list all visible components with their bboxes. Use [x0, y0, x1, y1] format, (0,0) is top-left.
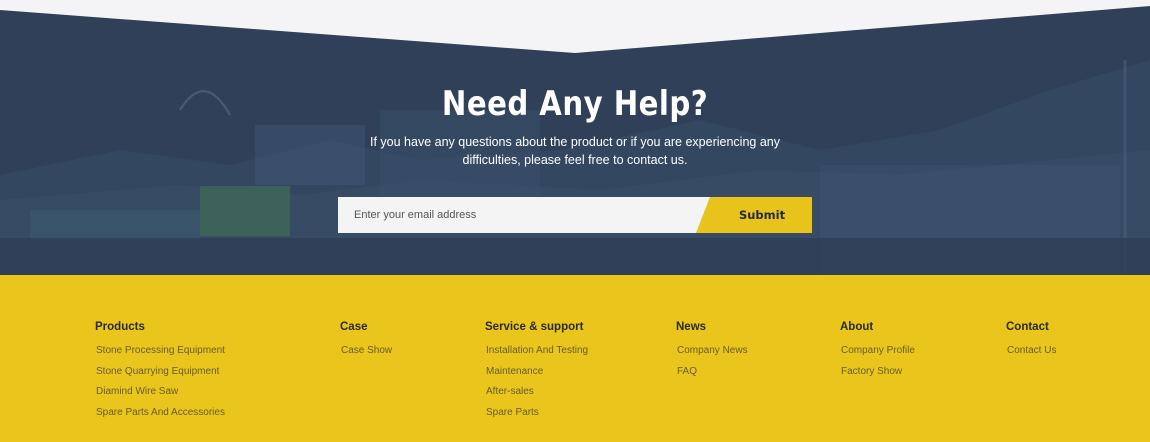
email-field[interactable]: [338, 197, 718, 233]
submit-button[interactable]: Submit: [696, 197, 812, 233]
footer-heading: News: [676, 321, 707, 333]
footer-link[interactable]: Company News: [677, 344, 748, 365]
footer-link[interactable]: Spare Parts: [486, 406, 588, 427]
footer-heading: Products: [95, 321, 145, 333]
email-subscribe-form: Submit: [338, 197, 812, 233]
footer-heading: Service & support: [485, 321, 584, 333]
footer-heading: About: [840, 321, 874, 333]
footer-link[interactable]: FAQ: [677, 365, 748, 386]
footer-link[interactable]: Case Show: [341, 344, 392, 365]
footer-link[interactable]: Diamind Wire Saw: [96, 385, 225, 406]
footer-link[interactable]: Maintenance: [486, 365, 588, 386]
footer-link[interactable]: After-sales: [486, 385, 588, 406]
footer-link[interactable]: Stone Quarrying Equipment: [96, 365, 225, 386]
footer-column-case: Case Case Show: [340, 321, 392, 365]
footer-link[interactable]: Factory Show: [841, 365, 915, 386]
page-title: Need Any Help?: [441, 84, 709, 124]
footer-link[interactable]: Installation And Testing: [486, 344, 588, 365]
site-footer: Products Stone Processing Equipment Ston…: [0, 275, 1150, 442]
footer-column-contact: Contact Contact Us: [1006, 321, 1056, 365]
footer-link[interactable]: Spare Parts And Accessories: [96, 406, 225, 427]
top-chevron-divider: [0, 0, 1150, 53]
footer-column-products: Products Stone Processing Equipment Ston…: [95, 321, 225, 426]
footer-link[interactable]: Stone Processing Equipment: [96, 344, 225, 365]
footer-link[interactable]: Company Profile: [841, 344, 915, 365]
help-section: Need Any Help? If you have any questions…: [0, 0, 1150, 275]
footer-link[interactable]: Contact Us: [1007, 344, 1056, 365]
footer-heading: Contact: [1006, 321, 1049, 333]
footer-column-about: About Company Profile Factory Show: [840, 321, 915, 385]
footer-heading: Case: [340, 321, 368, 333]
footer-column-service-support: Service & support Installation And Testi…: [485, 321, 588, 426]
help-description: If you have any questions about the prod…: [370, 135, 780, 167]
footer-column-news: News Company News FAQ: [676, 321, 748, 385]
submit-label: Submit: [738, 208, 786, 222]
